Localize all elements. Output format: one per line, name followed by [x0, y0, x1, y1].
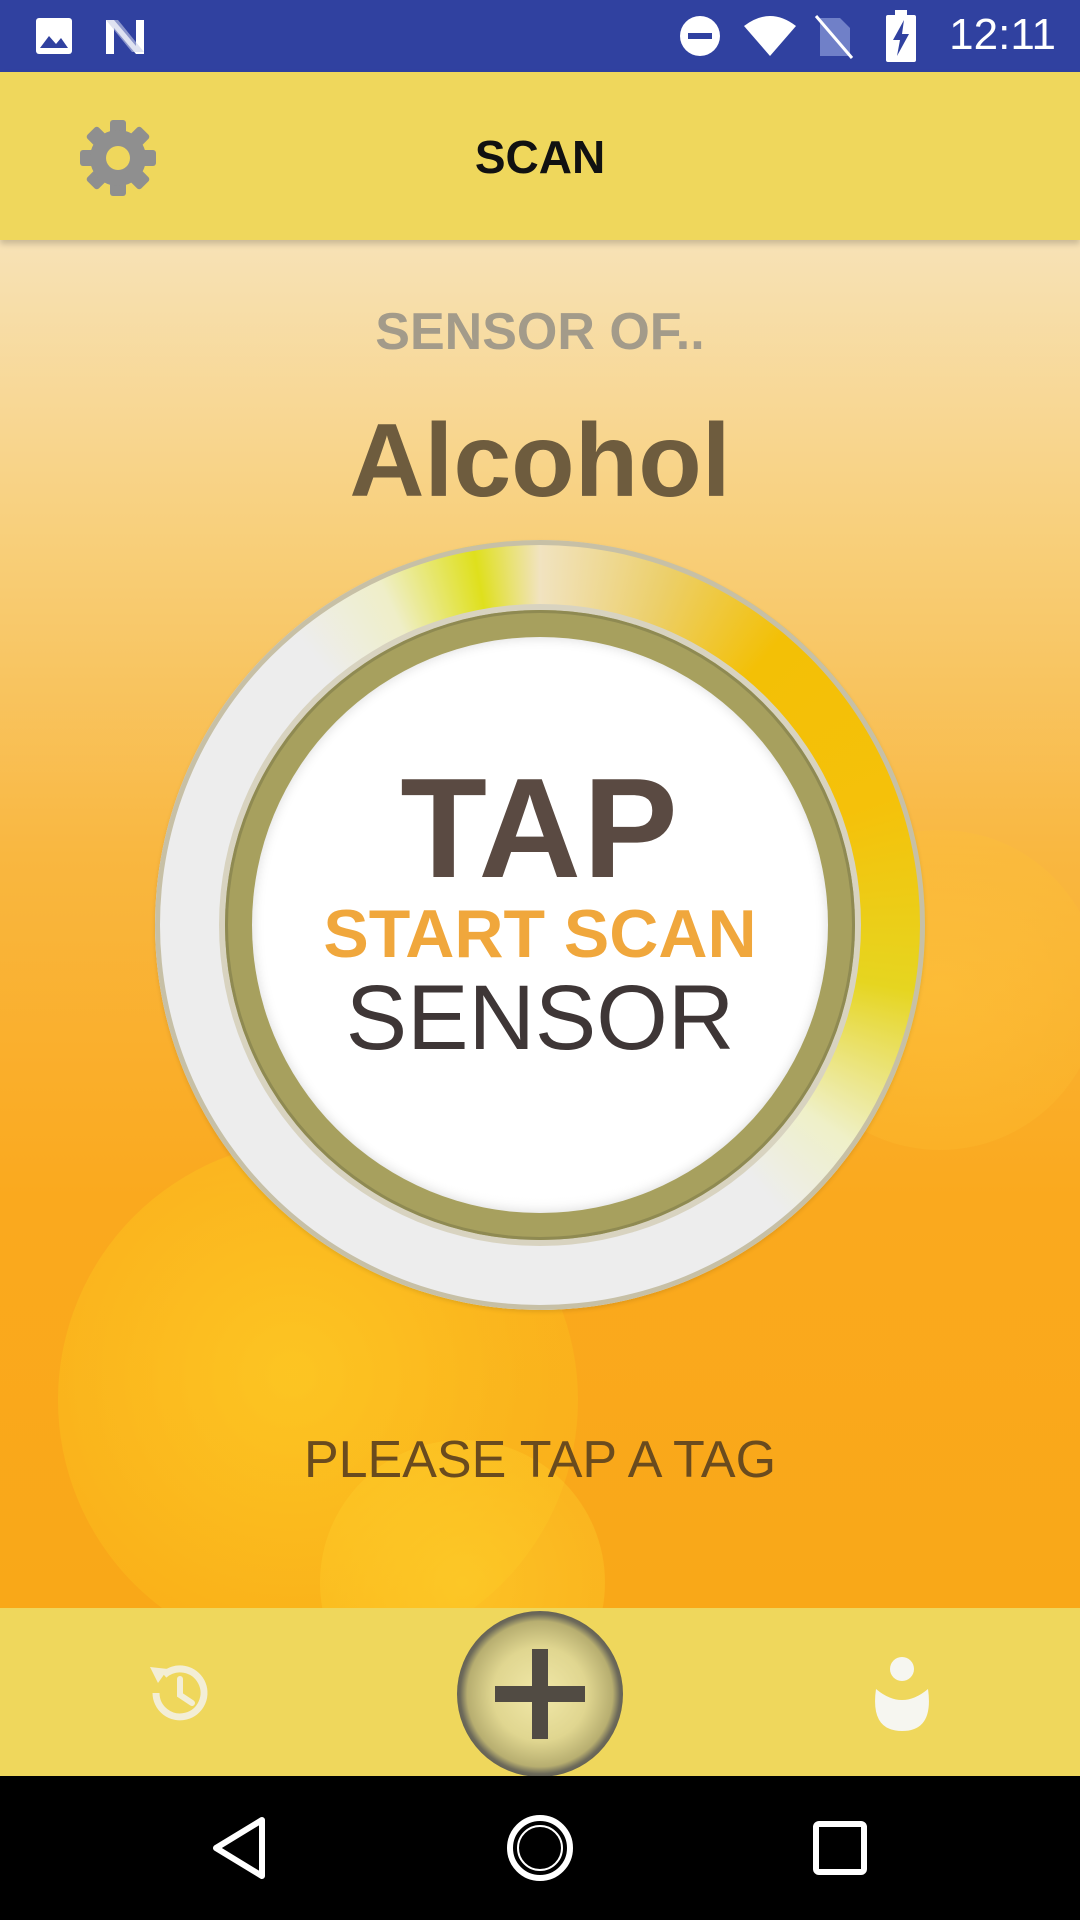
- history-icon[interactable]: [142, 1655, 218, 1731]
- dial-tap-label: TAP: [400, 749, 680, 908]
- add-icon-bar: [495, 1686, 585, 1702]
- page-title: SCAN: [474, 131, 606, 183]
- battery-charging-icon: [886, 10, 916, 62]
- dial-sensor-label: SENSOR: [345, 967, 735, 1069]
- n-icon: [106, 20, 144, 54]
- navigation-bar: [0, 1776, 1080, 1920]
- do-not-disturb-icon: [680, 16, 720, 56]
- tap-tag-hint: PLEASE TAP A TAG: [303, 1431, 777, 1489]
- dial-start-scan-label: START SCAN: [323, 896, 757, 972]
- home-icon[interactable]: [498, 1806, 582, 1890]
- status-bar: 12:11: [0, 0, 1080, 72]
- scan-panel: SENSOR OF.. Alcohol TAP START SCAN SENSO…: [0, 240, 1080, 1608]
- no-sim-icon: [814, 15, 854, 59]
- image-icon: [36, 18, 72, 54]
- add-button[interactable]: [457, 1611, 623, 1777]
- recents-icon[interactable]: [798, 1806, 882, 1890]
- sensor-of-label: SENSOR OF..: [375, 303, 705, 361]
- profile-icon[interactable]: [870, 1655, 934, 1731]
- start-scan-button[interactable]: TAP START SCAN SENSOR: [155, 540, 925, 1310]
- back-icon[interactable]: [200, 1806, 284, 1890]
- app-bar: SCAN: [0, 72, 1080, 240]
- status-time: 12:11: [949, 10, 1056, 59]
- sensor-name: Alcohol: [349, 403, 731, 519]
- wifi-icon: [744, 16, 796, 56]
